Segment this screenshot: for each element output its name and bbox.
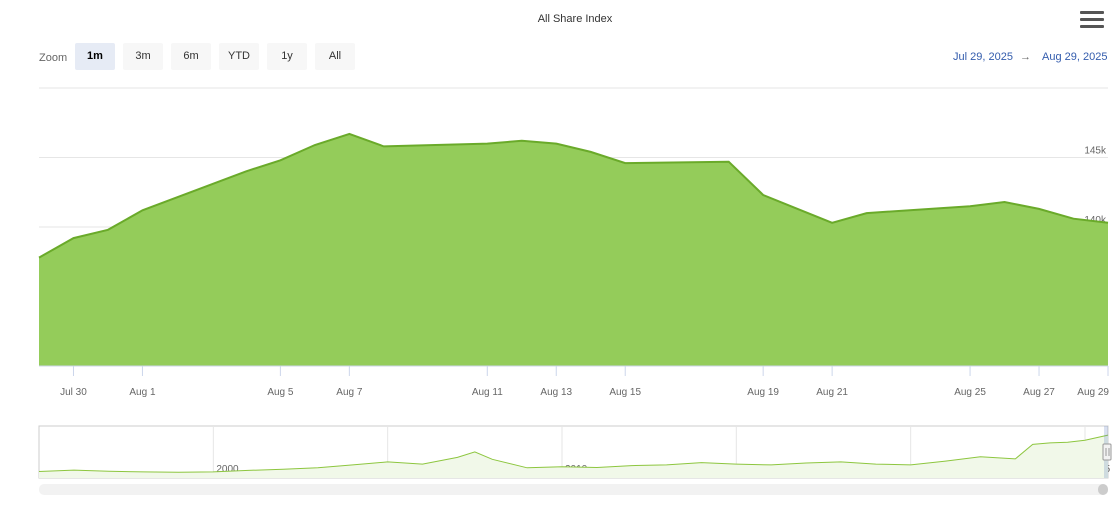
data-point[interactable] xyxy=(139,207,145,213)
data-point[interactable] xyxy=(864,210,870,216)
data-point[interactable] xyxy=(795,206,801,212)
data-point[interactable] xyxy=(553,141,559,147)
x-tick-label: Aug 19 xyxy=(747,387,779,398)
x-tick-label: Aug 25 xyxy=(954,387,986,398)
x-tick-label: Jul 30 xyxy=(60,387,87,398)
data-point[interactable] xyxy=(760,192,766,198)
x-tick-label: Aug 7 xyxy=(336,387,363,398)
data-point[interactable] xyxy=(1036,206,1042,212)
x-tick-label: Aug 27 xyxy=(1023,387,1055,398)
data-point[interactable] xyxy=(381,143,387,149)
data-point[interactable] xyxy=(726,159,732,165)
chart-svg: 130k135k140k145kJul 30Aug 1Aug 5Aug 7Aug… xyxy=(36,87,1112,495)
data-point[interactable] xyxy=(346,131,352,137)
data-point[interactable] xyxy=(622,160,628,166)
data-point[interactable] xyxy=(519,138,525,144)
data-point[interactable] xyxy=(105,227,111,233)
data-point[interactable] xyxy=(312,142,318,148)
data-point[interactable] xyxy=(70,235,76,241)
x-tick-label: Aug 21 xyxy=(816,387,848,398)
data-point[interactable] xyxy=(1002,199,1008,205)
scrollbar-thumb[interactable] xyxy=(1098,484,1108,495)
data-point[interactable] xyxy=(588,149,594,155)
navigator-handle[interactable] xyxy=(1102,443,1112,461)
x-tick-label: Aug 29 xyxy=(1077,387,1109,398)
x-tick-label: Aug 11 xyxy=(472,387,503,398)
data-point[interactable] xyxy=(1071,216,1077,222)
scrollbar-track[interactable] xyxy=(39,484,1108,495)
data-point[interactable] xyxy=(243,168,249,174)
data-point[interactable] xyxy=(967,203,973,209)
x-tick-label: Aug 13 xyxy=(540,387,572,398)
series-area xyxy=(39,133,1108,366)
data-point[interactable] xyxy=(829,220,835,226)
data-point[interactable] xyxy=(36,255,42,261)
y-tick-label: 145k xyxy=(1084,146,1107,157)
data-point[interactable] xyxy=(1105,220,1111,226)
x-tick-label: Aug 15 xyxy=(609,387,641,398)
x-tick-label: Aug 1 xyxy=(129,387,156,398)
x-tick-label: Aug 5 xyxy=(267,387,294,398)
data-point[interactable] xyxy=(484,141,490,147)
data-point[interactable] xyxy=(277,157,283,163)
